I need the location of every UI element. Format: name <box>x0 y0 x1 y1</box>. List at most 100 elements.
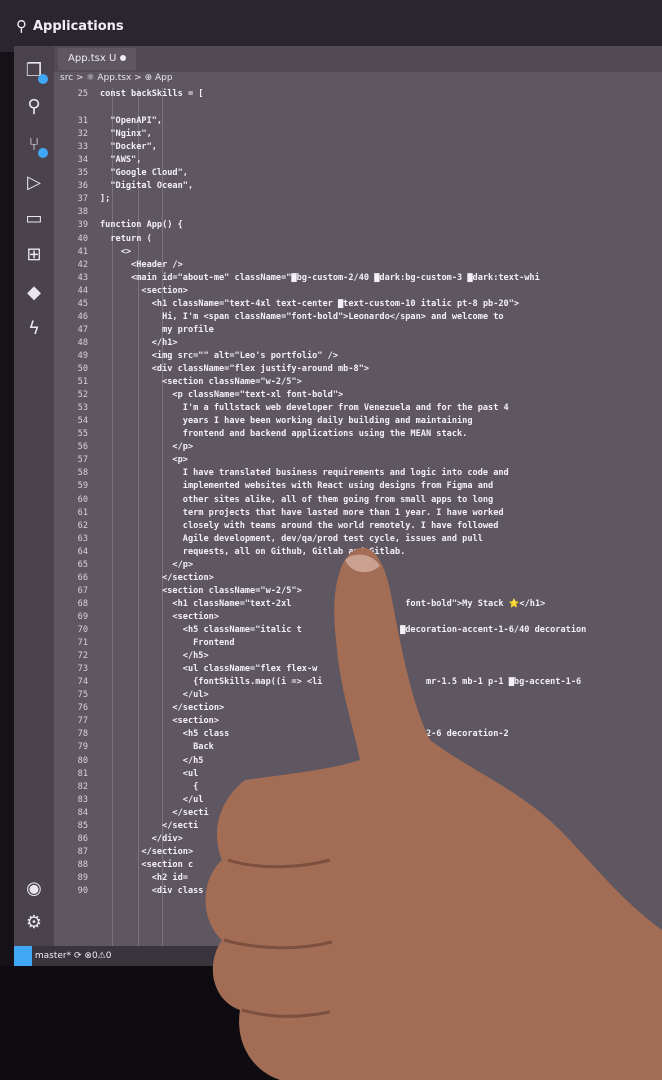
code-line[interactable]: 50 <div className="flex justify-around m… <box>54 363 662 376</box>
code-line[interactable]: 79 Back <box>54 741 662 754</box>
code-line[interactable]: 25 const backSkills = [ <box>54 88 662 101</box>
unsaved-dot-icon <box>120 55 127 61</box>
breadcrumb[interactable]: src > ⚛ App.tsx > ⊕ App <box>60 70 173 86</box>
account-icon[interactable]: ◉ <box>23 878 45 900</box>
code-line[interactable]: 44 <section> <box>54 285 662 298</box>
code-line[interactable]: 37]; <box>54 193 662 206</box>
code-line[interactable]: 62 closely with teams around the world r… <box>54 520 662 533</box>
code-line[interactable]: 43 <main id="about-me" className="▇bg-cu… <box>54 272 662 285</box>
code-line[interactable]: 32 "Nginx", <box>54 128 662 141</box>
code-line[interactable]: 81 <ul <box>54 768 662 781</box>
code-line[interactable]: 76 </section> <box>54 702 662 715</box>
code-line[interactable]: 68 <h1 className="text-2xl font-bold">My… <box>54 598 662 611</box>
code-line[interactable]: 77 <section> <box>54 715 662 728</box>
line-number: 36 <box>77 181 88 192</box>
code-line[interactable]: 35 "Google Cloud", <box>54 167 662 180</box>
code-line[interactable]: 90 <div class <box>54 885 662 898</box>
code-line[interactable]: 74 {fontSkills.map((i => <li mr-1.5 mb-1… <box>54 676 662 689</box>
code-line[interactable]: 39 function App() { <box>54 219 662 232</box>
line-number: 67 <box>77 585 88 596</box>
code-line[interactable]: 84 </secti 1 ▇bg-accent-2-6 <box>54 807 662 820</box>
topbar-title[interactable]: Applications <box>33 19 124 34</box>
tab-app-tsx[interactable]: App.tsx U <box>58 48 137 70</box>
code-line[interactable]: 85 </secti <box>54 820 662 833</box>
code-line[interactable]: 36 "Digital Ocean", <box>54 180 662 193</box>
code-line[interactable]: 64 requests, all on Github, Gitlab and G… <box>54 546 662 559</box>
line-number: 44 <box>77 285 88 296</box>
git-branch[interactable]: master* <box>35 951 71 961</box>
line-number: 74 <box>77 677 88 688</box>
code-line[interactable]: 52 <p className="text-xl font-bold"> <box>54 389 662 402</box>
code-line[interactable]: 38 <box>54 206 662 219</box>
search-icon[interactable]: ⚲ <box>16 17 27 35</box>
code-line[interactable]: 72 </h5> <box>54 650 662 663</box>
docker-icon[interactable]: ◆ <box>23 282 45 304</box>
code-line[interactable]: 34 "AWS", <box>54 154 662 167</box>
line-number: 89 <box>77 872 88 883</box>
code-line[interactable]: 89 <h2 id= <box>54 872 662 885</box>
code-line[interactable]: 73 <ul className="flex flex-w <box>54 663 662 676</box>
code-line[interactable]: 83 </ul <box>54 794 662 807</box>
line-number: 64 <box>77 546 88 557</box>
code-line[interactable]: 51 <section className="w-2/5"> <box>54 376 662 389</box>
explorer-icon[interactable]: ❐ <box>23 60 48 84</box>
code-line[interactable]: 88 <section c <box>54 859 662 872</box>
code-line[interactable]: 48 </h1> <box>54 337 662 350</box>
code-line[interactable]: 40 return ( <box>54 233 662 246</box>
problems-indicator[interactable]: ⊗0⚠0 <box>84 951 111 961</box>
code-line[interactable]: 58 I have translated business requiremen… <box>54 467 662 480</box>
code-text: I'm a fullstack web developer from Venez… <box>100 403 509 414</box>
code-line[interactable]: 54 years I have been working daily build… <box>54 415 662 428</box>
code-line[interactable]: 67 <section className="w-2/5"> <box>54 585 662 598</box>
code-line[interactable]: 46 Hi, I'm <span className="font-bold">L… <box>54 311 662 324</box>
code-line[interactable]: 78 <h5 class -accent-2-6 decoration-2 <box>54 728 662 741</box>
source-control-icon[interactable]: ⑂ <box>23 134 48 158</box>
code-line[interactable]: 87 </section> <box>54 846 662 859</box>
code-editor[interactable]: 25 const backSkills = [ 31 "OpenAPI", 32 "N… <box>54 88 662 948</box>
code-text: {fontSkills.map((i => <li mr-1.5 mb-1 p-… <box>100 677 582 688</box>
code-line[interactable]: 61 term projects that have lasted more t… <box>54 507 662 520</box>
code-line[interactable]: 55 frontend and backend applications usi… <box>54 428 662 441</box>
code-line[interactable]: 82 { <box>54 781 662 794</box>
code-text: <section> <box>100 285 188 296</box>
extensions-icon[interactable]: ⊞ <box>23 244 45 266</box>
code-line[interactable]: 53 I'm a fullstack web developer from Ve… <box>54 402 662 415</box>
code-line[interactable]: 71 Frontend <box>54 637 662 650</box>
line-number: 25 <box>77 89 88 99</box>
code-text: Agile development, dev/qa/prod test cycl… <box>100 533 483 544</box>
code-line[interactable]: 63 Agile development, dev/qa/prod test c… <box>54 533 662 546</box>
tab-label: App.tsx U <box>68 53 117 64</box>
code-line[interactable]: 60 other sites alike, all of them going … <box>54 494 662 507</box>
code-line[interactable]: 57 <p> <box>54 454 662 467</box>
code-line[interactable]: 75 </ul> <box>54 689 662 702</box>
code-line[interactable]: 66 </section> <box>54 572 662 585</box>
run-debug-icon[interactable]: ▷ <box>23 172 45 194</box>
line-number: 51 <box>77 377 88 388</box>
code-line[interactable]: 65 </p> <box>54 559 662 572</box>
code-line[interactable]: 41 <> <box>54 246 662 259</box>
search-view-icon[interactable]: ⚲ <box>23 96 45 118</box>
remote-explorer-icon[interactable]: ▭ <box>23 208 45 230</box>
code-line[interactable]: 49 <img src="" alt="Leo's portfolio" /> <box>54 350 662 363</box>
line-number: 68 <box>77 598 88 609</box>
code-line[interactable]: 45 <h1 className="text-4xl text-center ▇… <box>54 298 662 311</box>
remote-indicator[interactable] <box>14 946 32 966</box>
code-line[interactable]: 70 <h5 className="italic t ▇decoration-a… <box>54 624 662 637</box>
code-line[interactable]: 47 my profile <box>54 324 662 337</box>
code-line[interactable]: 69 <section> <box>54 611 662 624</box>
code-text: "Google Cloud", <box>100 168 188 179</box>
code-line[interactable]: 42 <Header /> <box>54 259 662 272</box>
code-line[interactable]: 80 </h5 <box>54 755 662 768</box>
code-line[interactable]: 59 implemented websites with React using… <box>54 480 662 493</box>
lightning-icon[interactable]: ϟ <box>23 318 45 340</box>
code-line[interactable]: 33 "Docker", <box>54 141 662 154</box>
gear-icon[interactable]: ⚙ <box>23 912 45 934</box>
code-line[interactable]: 56 </p> <box>54 441 662 454</box>
sync-icon[interactable]: ⟳ <box>74 951 82 961</box>
line-number: 78 <box>77 729 88 740</box>
code-line[interactable]: 31 "OpenAPI", <box>54 115 662 128</box>
code-text: I have translated business requirements … <box>100 468 509 479</box>
code-text: implemented websites with React using de… <box>100 481 494 492</box>
code-line[interactable]: 86 </div> <box>54 833 662 846</box>
line-number: 48 <box>77 337 88 348</box>
